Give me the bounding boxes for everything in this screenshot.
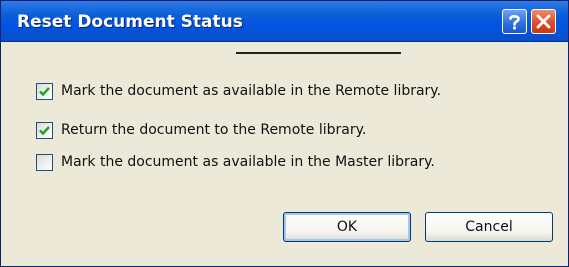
checkmark-icon: [39, 86, 50, 96]
dialog-title: Reset Document Status: [17, 12, 243, 32]
help-button[interactable]: [502, 9, 527, 34]
checkbox[interactable]: [36, 82, 53, 100]
question-mark-icon: [509, 15, 520, 30]
checkbox[interactable]: [36, 153, 53, 171]
close-x-icon: [536, 14, 551, 29]
option-mark-available-master[interactable]: Mark the document as available in the Ma…: [36, 152, 435, 172]
close-button[interactable]: [531, 9, 556, 34]
checkbox[interactable]: [36, 121, 53, 139]
reset-document-status-dialog: Reset Document Status Mark the document …: [0, 0, 569, 267]
checkmark-icon: [39, 125, 50, 135]
option-label: Return the document to the Remote librar…: [61, 122, 367, 138]
option-return-to-remote[interactable]: Return the document to the Remote librar…: [36, 120, 366, 140]
option-label: Mark the document as available in the Re…: [61, 83, 442, 99]
ok-button[interactable]: OK: [283, 212, 411, 242]
option-label: Mark the document as available in the Ma…: [61, 154, 435, 170]
separator-line: [236, 52, 401, 54]
option-mark-available-remote[interactable]: Mark the document as available in the Re…: [36, 81, 441, 101]
cancel-button[interactable]: Cancel: [425, 212, 553, 242]
title-bar[interactable]: Reset Document Status: [1, 1, 568, 42]
